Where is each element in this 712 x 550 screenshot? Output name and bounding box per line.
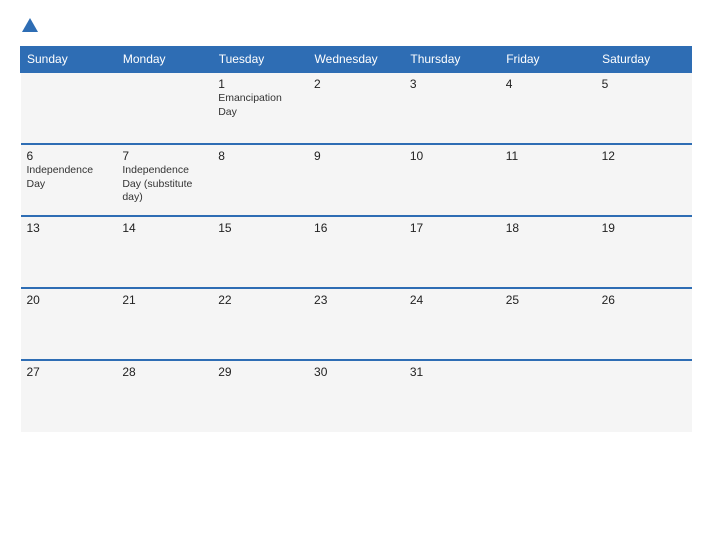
calendar-cell: 27: [21, 360, 117, 432]
calendar-cell: [596, 360, 692, 432]
calendar-cell: 19: [596, 216, 692, 288]
calendar-cell: 7Independence Day (substitute day): [116, 144, 212, 216]
week-row-3: 13 14 15 16 17 18 19: [21, 216, 692, 288]
weekday-header-sunday: Sunday: [21, 47, 117, 73]
weekday-header-tuesday: Tuesday: [212, 47, 308, 73]
day-number: 17: [410, 221, 494, 235]
week-row-5: 27 28 29 30 31: [21, 360, 692, 432]
calendar-cell: [500, 360, 596, 432]
holiday-name: Emancipation Day: [218, 92, 302, 119]
weekday-header-thursday: Thursday: [404, 47, 500, 73]
calendar-cell: 9: [308, 144, 404, 216]
day-number: 23: [314, 293, 398, 307]
calendar-cell: 23: [308, 288, 404, 360]
day-number: 19: [602, 221, 686, 235]
day-number: 8: [218, 149, 302, 163]
calendar-cell: 10: [404, 144, 500, 216]
weekday-header-row: SundayMondayTuesdayWednesdayThursdayFrid…: [21, 47, 692, 73]
week-row-1: 1Emancipation Day 2345: [21, 72, 692, 144]
day-number: 29: [218, 365, 302, 379]
weekday-header-saturday: Saturday: [596, 47, 692, 73]
day-number: 31: [410, 365, 494, 379]
calendar-cell: 4: [500, 72, 596, 144]
holiday-name: Independence Day (substitute day): [122, 164, 206, 205]
calendar-cell: 24: [404, 288, 500, 360]
calendar-cell: 22: [212, 288, 308, 360]
calendar-cell: 28: [116, 360, 212, 432]
calendar-cell: [21, 72, 117, 144]
calendar-cell: 25: [500, 288, 596, 360]
weekday-header-monday: Monday: [116, 47, 212, 73]
day-number: 24: [410, 293, 494, 307]
day-number: 27: [27, 365, 111, 379]
calendar-cell: 20: [21, 288, 117, 360]
day-number: 4: [506, 77, 590, 91]
day-number: 6: [27, 149, 111, 163]
calendar-cell: 6Independence Day: [21, 144, 117, 216]
weekday-header-friday: Friday: [500, 47, 596, 73]
day-number: 15: [218, 221, 302, 235]
calendar-cell: 14: [116, 216, 212, 288]
calendar-cell: 17: [404, 216, 500, 288]
day-number: 11: [506, 149, 590, 163]
calendar-cell: 12: [596, 144, 692, 216]
day-number: 26: [602, 293, 686, 307]
calendar-cell: 2: [308, 72, 404, 144]
day-number: 25: [506, 293, 590, 307]
calendar-cell: 29: [212, 360, 308, 432]
day-number: 20: [27, 293, 111, 307]
day-number: 21: [122, 293, 206, 307]
logo: [20, 16, 38, 34]
day-number: 18: [506, 221, 590, 235]
day-number: 10: [410, 149, 494, 163]
weekday-header-wednesday: Wednesday: [308, 47, 404, 73]
week-row-2: 6Independence Day7Independence Day (subs…: [21, 144, 692, 216]
day-number: 28: [122, 365, 206, 379]
day-number: 30: [314, 365, 398, 379]
day-number: 7: [122, 149, 206, 163]
day-number: 16: [314, 221, 398, 235]
calendar-cell: 30: [308, 360, 404, 432]
calendar-cell: 26: [596, 288, 692, 360]
holiday-name: Independence Day: [27, 164, 111, 191]
day-number: 13: [27, 221, 111, 235]
calendar-cell: 3: [404, 72, 500, 144]
day-number: 1: [218, 77, 302, 91]
calendar-cell: 13: [21, 216, 117, 288]
calendar-cell: 11: [500, 144, 596, 216]
calendar-cell: 18: [500, 216, 596, 288]
calendar-cell: 21: [116, 288, 212, 360]
header: [20, 16, 692, 34]
day-number: 3: [410, 77, 494, 91]
calendar-table: SundayMondayTuesdayWednesdayThursdayFrid…: [20, 46, 692, 432]
logo-triangle-icon: [22, 18, 38, 32]
day-number: 2: [314, 77, 398, 91]
calendar-cell: 8: [212, 144, 308, 216]
calendar-cell: 16: [308, 216, 404, 288]
day-number: 9: [314, 149, 398, 163]
day-number: 5: [602, 77, 686, 91]
day-number: 12: [602, 149, 686, 163]
calendar-cell: 31: [404, 360, 500, 432]
week-row-4: 20 21 22 23 24 25 26: [21, 288, 692, 360]
day-number: 14: [122, 221, 206, 235]
day-number: 22: [218, 293, 302, 307]
calendar-cell: 15: [212, 216, 308, 288]
page: SundayMondayTuesdayWednesdayThursdayFrid…: [0, 0, 712, 550]
calendar-cell: 1Emancipation Day: [212, 72, 308, 144]
calendar-cell: [116, 72, 212, 144]
calendar-cell: 5: [596, 72, 692, 144]
